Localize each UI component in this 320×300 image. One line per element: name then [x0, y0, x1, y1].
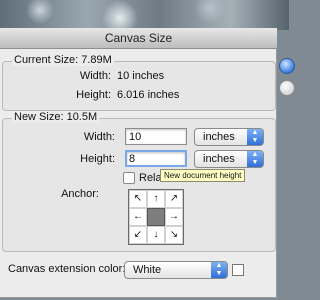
anchor-top-left[interactable]: ↖ [129, 190, 147, 208]
extension-color-value: White [133, 264, 162, 276]
current-width-label: Width: [79, 70, 111, 82]
canvas-size-dialog: Canvas Size Width: 10 inches Height: 6.0… [0, 28, 277, 298]
height-input[interactable]: 8 [125, 150, 187, 167]
width-input[interactable]: 10 [125, 128, 187, 145]
new-size-label: New Size: 10.5M [12, 111, 100, 123]
background-photo [0, 0, 289, 30]
new-size-group: Width: 10 inches ▲ ▼ Height: 8 inches ▲ ▼ … [2, 118, 276, 252]
height-tooltip: New document height [160, 169, 246, 182]
new-width-label: Width: [83, 131, 115, 143]
height-unit-select[interactable]: inches ▲ ▼ [194, 150, 264, 168]
anchor-bottom[interactable]: ↓ [147, 226, 165, 244]
current-height-value: 6.016 inches [117, 89, 180, 101]
dialog-title: Canvas Size [0, 28, 277, 49]
chevron-updown-icon: ▲ ▼ [211, 262, 227, 278]
current-size-group: Width: 10 inches Height: 6.016 inches [2, 61, 276, 111]
anchor-right[interactable]: → [165, 208, 183, 226]
height-unit-value: inches [203, 153, 235, 165]
anchor-label: Anchor: [61, 188, 99, 200]
chevron-updown-icon: ▲ ▼ [247, 129, 263, 145]
width-unit-select[interactable]: inches ▲ ▼ [194, 128, 264, 146]
anchor-bottom-right[interactable]: ↘ [165, 226, 183, 244]
chevron-updown-icon: ▲ ▼ [247, 151, 263, 167]
current-width-value: 10 inches [117, 70, 165, 82]
extension-color-select[interactable]: White ▲ ▼ [124, 261, 228, 279]
ok-button[interactable] [279, 58, 295, 74]
anchor-left[interactable]: ← [129, 208, 147, 226]
width-unit-value: inches [203, 131, 235, 143]
current-height-label: Height: [76, 89, 111, 101]
extension-color-swatch[interactable] [232, 264, 244, 276]
relative-checkbox[interactable] [123, 172, 135, 184]
current-size-label: Current Size: 7.89M [12, 54, 114, 66]
anchor-bottom-left[interactable]: ↙ [129, 226, 147, 244]
anchor-top-right[interactable]: ↗ [165, 190, 183, 208]
anchor-center[interactable] [147, 208, 165, 226]
anchor-top[interactable]: ↑ [147, 190, 165, 208]
anchor-grid: ↖ ↑ ↗ ← → ↙ ↓ ↘ [128, 189, 184, 245]
extension-color-label: Canvas extension color: [8, 263, 126, 275]
new-height-label: Height: [80, 153, 115, 165]
cancel-button[interactable] [279, 80, 295, 96]
